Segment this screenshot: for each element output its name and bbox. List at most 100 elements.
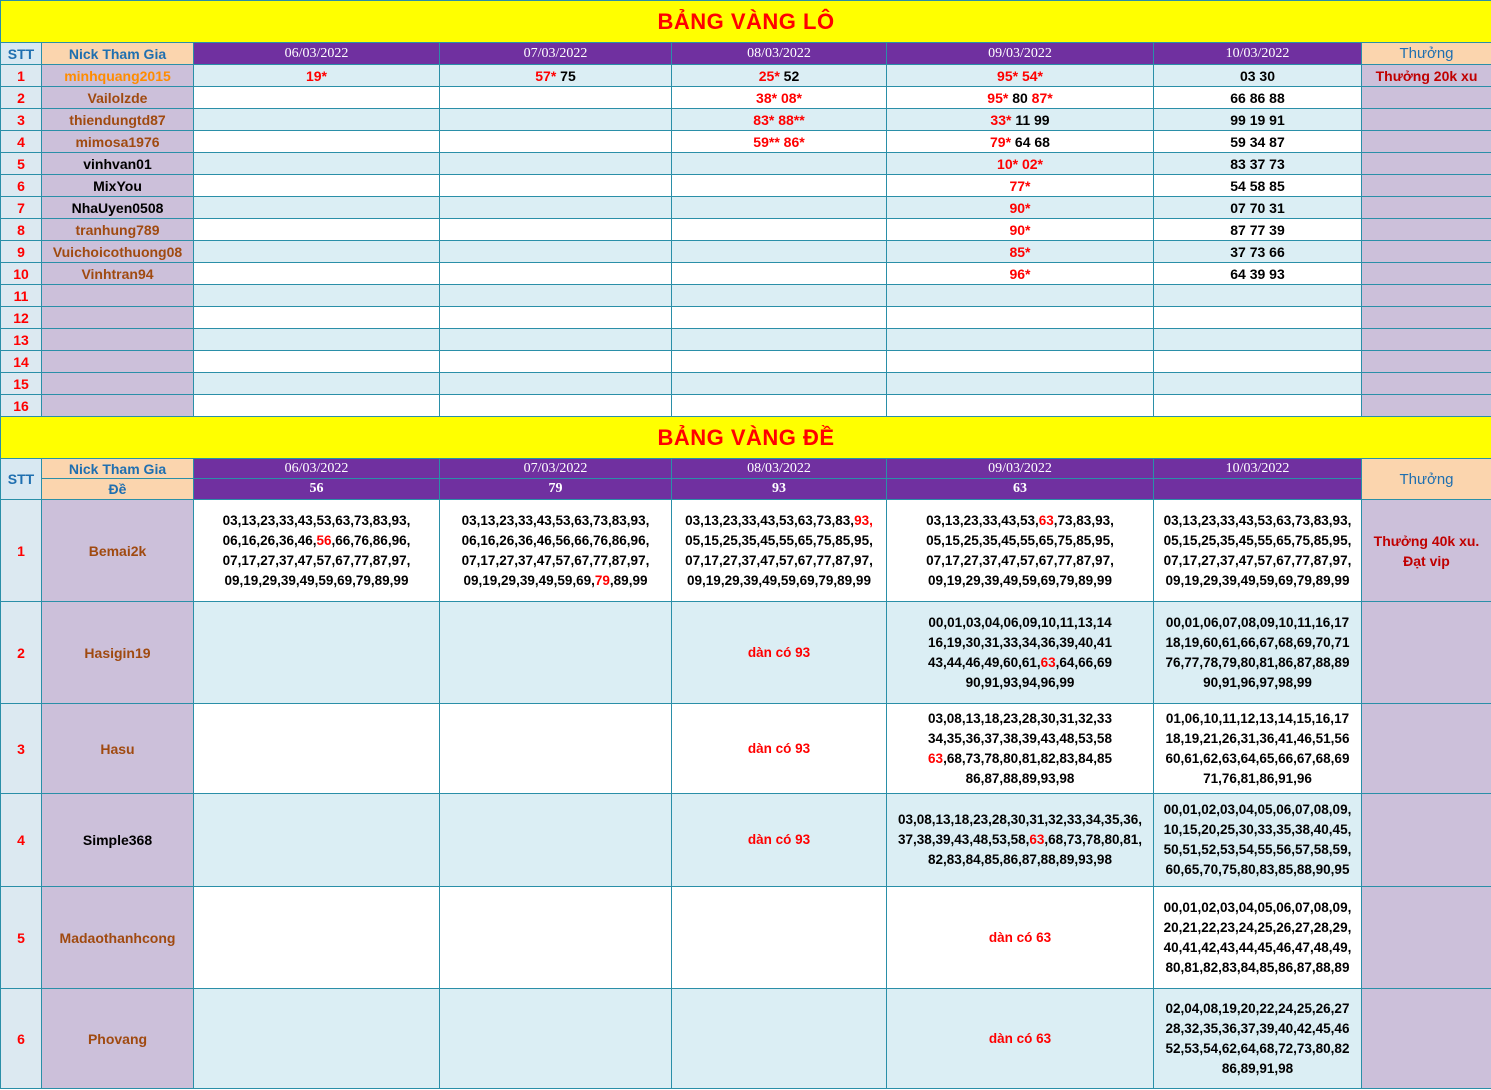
de-number-cell: 02,04,08,19,20,22,24,25,26,27 28,32,35,3…: [1153, 988, 1362, 1089]
lo-number-cell: [439, 152, 672, 175]
lo-number-cell: [1153, 394, 1362, 417]
lo-prize-cell: [1361, 196, 1491, 219]
de-number-text: 03,08,13,18,23,28,30,31,32,33 34,35,36,3…: [928, 710, 1112, 746]
lo-prize-cell: [1361, 350, 1491, 373]
de-nick-cell: Phovang: [41, 988, 194, 1089]
lo-number-hit: 90*: [1009, 221, 1031, 238]
lo-number-cell: 90*: [886, 196, 1154, 219]
lo-stt-cell: 12: [0, 306, 42, 329]
lo-row: 4 mimosa1976 59** 86* 79* 64 68 59 34 87: [0, 130, 1491, 153]
lo-header-date: 06/03/2022: [193, 42, 440, 65]
lo-number-cell: [671, 328, 887, 351]
lo-number-cell: [193, 196, 440, 219]
lo-row: 10 Vinhtran94 96* 64 39 93: [0, 262, 1491, 285]
lo-number-cell: 85*: [886, 240, 1154, 263]
de-number-cell: [439, 793, 672, 887]
lo-prize-cell: [1361, 306, 1491, 329]
lo-number-text: 64 39 93: [1230, 265, 1285, 282]
de-prize-cell: [1361, 793, 1491, 887]
lo-number-cell: 03 30: [1153, 64, 1362, 87]
lo-header-date: 10/03/2022: [1153, 42, 1362, 65]
lo-number-cell: 59** 86*: [671, 130, 887, 153]
lo-number-cell: [439, 284, 672, 307]
de-prize-cell: Thưởng 40k xu. Đạt vip: [1361, 499, 1491, 602]
de-number-cell: [193, 886, 440, 989]
lo-number-cell: [193, 306, 440, 329]
lo-row: 7 NhaUyen0508 90* 07 70 31: [0, 196, 1491, 219]
lo-number-hit: 83* 88**: [753, 111, 805, 128]
lo-nick-cell: MixYou: [41, 174, 194, 197]
lo-number-hit: 19*: [305, 67, 328, 84]
lo-nick-cell: [41, 372, 194, 395]
lo-row: 3 thiendungtd87 83* 88** 33* 11 99 99 19 91: [0, 108, 1491, 131]
de-stt-cell: 2: [0, 601, 42, 704]
lo-number-text: 64 68: [1011, 133, 1050, 150]
lo-nick-cell: [41, 328, 194, 351]
lo-number-cell: [193, 130, 440, 153]
lo-nick-cell: [41, 306, 194, 329]
lo-row: 16: [0, 394, 1491, 417]
de-number-cell: 03,13,23,33,43,53,63,73,83,93, 06,16,26,…: [193, 499, 440, 602]
lo-header-date: 07/03/2022: [439, 42, 672, 65]
lo-number-text: 80: [1008, 89, 1032, 106]
lo-number-cell: [193, 350, 440, 373]
de-number-cell: 03,13,23,33,43,53,63,73,83,93, 05,15,25,…: [671, 499, 887, 602]
de-number-cell: 03,13,23,33,43,53,63,73,83,93, 05,15,25,…: [1153, 499, 1362, 602]
lo-number-cell: 25* 52: [671, 64, 887, 87]
lo-number-cell: [671, 196, 887, 219]
de-header-thuong: Thưởng: [1361, 458, 1491, 500]
lo-number-text: 03 30: [1239, 67, 1276, 84]
lo-number-cell: [193, 240, 440, 263]
lo-prize-cell: [1361, 130, 1491, 153]
lo-number-cell: [671, 306, 887, 329]
de-number-cell: [671, 988, 887, 1089]
lo-stt-cell: 2: [0, 86, 42, 109]
de-number-cell: 03,08,13,18,23,28,30,31,32,33,34,35,36, …: [886, 793, 1154, 887]
lo-number-hit: 33*: [990, 111, 1012, 128]
lo-number-cell: [439, 240, 672, 263]
lo-number-cell: 64 39 93: [1153, 262, 1362, 285]
lo-number-cell: [193, 152, 440, 175]
de-number-cell: 03,08,13,18,23,28,30,31,32,33 34,35,36,3…: [886, 703, 1154, 794]
lo-number-cell: [439, 306, 672, 329]
de-row: 5 Madaothanhcong dàn có 63 00,01,02,03,04,0…: [0, 886, 1491, 989]
lo-number-hit: 96*: [1009, 265, 1031, 282]
de-header-date: 10/03/2022: [1153, 458, 1362, 479]
lo-number-hit: 10* 02*: [997, 155, 1043, 172]
de-number-cell: 00,01,03,04,06,09,10,11,13,14 16,19,30,3…: [886, 601, 1154, 704]
lo-number-cell: [193, 218, 440, 241]
lo-number-cell: [671, 350, 887, 373]
de-number-hit: 56: [316, 532, 332, 548]
lo-number-cell: 57* 75: [439, 64, 672, 87]
de-number-hit: dàn có 63: [988, 929, 1052, 945]
de-number-text: 05,15,25,35,45,55,65,75,85,95, 07,17,27,…: [685, 532, 873, 588]
de-number-hit: dàn có 93: [747, 740, 811, 756]
lo-number-cell: [193, 174, 440, 197]
lo-number-cell: [193, 328, 440, 351]
lo-number-cell: [671, 152, 887, 175]
lo-prize-cell: [1361, 262, 1491, 285]
lo-number-hit: 95* 54*: [997, 67, 1043, 84]
lo-header-date: 09/03/2022: [886, 42, 1154, 65]
de-nick-cell: Madaothanhcong: [41, 886, 194, 989]
lo-number-cell: 90*: [886, 218, 1154, 241]
de-number-cell: [439, 703, 672, 794]
lo-row: 11: [0, 284, 1491, 307]
lo-number-cell: [193, 394, 440, 417]
lo-number-cell: [439, 372, 672, 395]
lo-stt-cell: 7: [0, 196, 42, 219]
lo-number-cell: [671, 262, 887, 285]
de-number-cell: 00,01,02,03,04,05,06,07,08,09, 10,15,20,…: [1153, 793, 1362, 887]
lo-number-text: 54 58 85: [1230, 177, 1285, 194]
lo-stt-cell: 4: [0, 130, 42, 153]
de-number-cell: 03,13,23,33,43,53,63,73,83,93, 06,16,26,…: [439, 499, 672, 602]
lo-row: 8 tranhung789 90* 87 77 39: [0, 218, 1491, 241]
de-header-date: 08/03/2022: [671, 458, 887, 479]
de-header-stt: STT: [0, 458, 42, 500]
lo-number-cell: [439, 394, 672, 417]
lo-nick-cell: Vinhtran94: [41, 262, 194, 285]
de-header-de: Đề: [41, 478, 194, 500]
lo-row: 13: [0, 328, 1491, 351]
de-header-result: 56: [193, 478, 440, 500]
lo-number-cell: [1153, 372, 1362, 395]
